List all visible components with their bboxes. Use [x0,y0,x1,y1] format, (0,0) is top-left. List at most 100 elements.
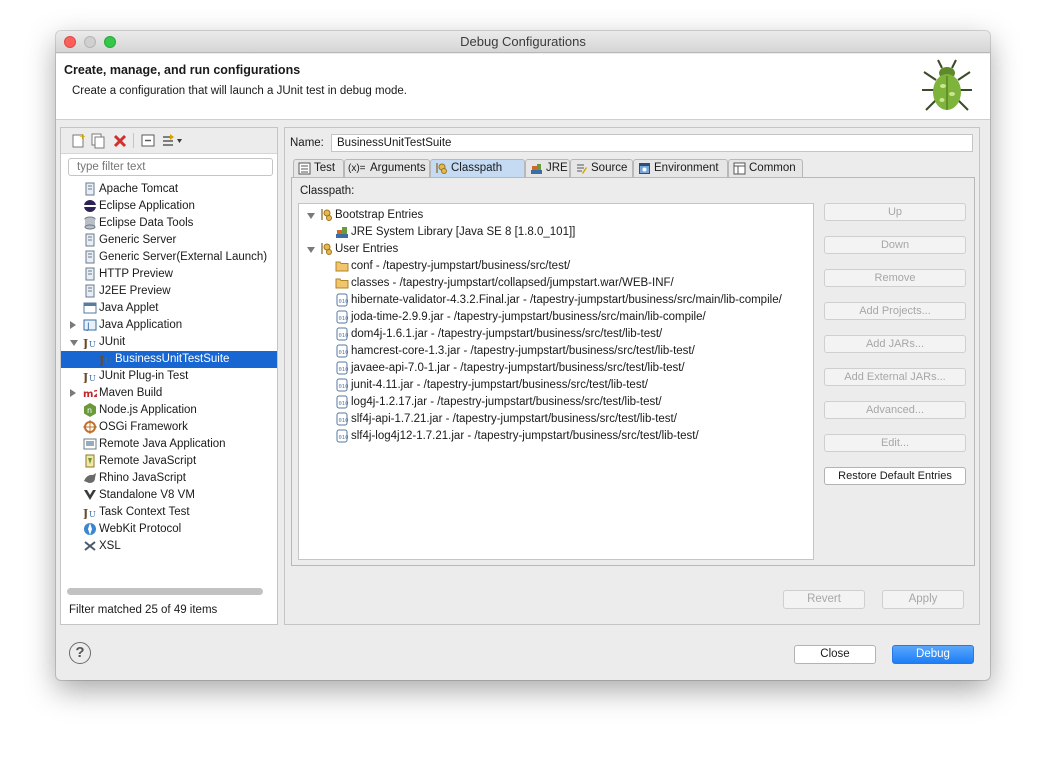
close-button[interactable]: Close [794,645,876,664]
window-title: Debug Configurations [460,34,586,49]
config-tree-item[interactable]: HTTP Preview [61,266,277,283]
tab-arguments[interactable]: (x)= Arguments [344,159,430,177]
svg-text:010: 010 [339,316,349,322]
config-tree-item[interactable]: Remote Java Application [61,436,277,453]
config-tree-item[interactable]: J U Task Context Test [61,504,277,521]
debug-button[interactable]: Debug [892,645,974,664]
java-app-icon: J [83,319,97,332]
svg-text:n: n [87,406,92,415]
config-tree-item[interactable]: Apache Tomcat [61,181,277,198]
add-external-jars-button[interactable]: Add External JARs... [824,368,966,386]
config-tree-label: Java Applet [99,302,159,314]
tab-jre[interactable]: JRE [525,159,570,177]
common-icon [733,162,746,175]
svg-text:J: J [83,507,88,519]
config-tree-item[interactable]: OSGi Framework [61,419,277,436]
restore-default-entries-button[interactable]: Restore Default Entries [824,467,966,485]
jar-icon: 010 [336,344,348,358]
config-tree-item[interactable]: Eclipse Data Tools [61,215,277,232]
delete-config-icon[interactable] [112,132,128,149]
classpath-entry-label: JRE System Library [Java SE 8 [1.8.0_101… [351,226,576,238]
webkit-icon [84,523,96,535]
header-banner: Create, manage, and run configurations C… [56,54,990,120]
server-icon [85,267,95,281]
new-config-icon[interactable]: + [70,132,86,149]
svg-text:J: J [86,322,90,332]
collapse-arrow-icon[interactable] [70,340,78,346]
classpath-entry-label: User Entries [335,243,399,255]
classpath-entry-label: slf4j-api-1.7.21.jar - /tapestry-jumpsta… [351,413,677,425]
tab-label: Arguments [370,162,426,174]
remote-java-icon [83,438,97,450]
tab-source[interactable]: Source [570,159,633,177]
filter-menu-icon[interactable] [161,132,183,149]
advanced-button[interactable]: Advanced... [824,401,966,419]
maximize-window-icon[interactable] [104,36,116,48]
help-icon[interactable]: ? [69,642,91,664]
collapse-arrow-icon[interactable] [307,213,315,219]
add-projects-button[interactable]: Add Projects... [824,302,966,320]
name-field[interactable]: BusinessUnitTestSuite [331,134,973,152]
config-tree-item[interactable]: J2EE Preview [61,283,277,300]
classpath-entry-label: javaee-api-7.0-1.jar - /tapestry-jumpsta… [351,362,685,374]
debug-configurations-window: Debug Configurations Create, manage, and… [56,31,990,680]
down-button[interactable]: Down [824,236,966,254]
config-tree-item[interactable]: Standalone V8 VM [61,487,277,504]
collapse-arrow-icon[interactable] [307,247,315,253]
config-tree-item[interactable]: m2 Maven Build [61,385,277,402]
tab-label: Source [591,162,628,174]
up-button[interactable]: Up [824,203,966,221]
collapse-all-icon[interactable] [140,132,156,149]
classpath-entry-label: hibernate-validator-4.3.2.Final.jar - /t… [351,294,782,306]
jar-icon: 010 [336,378,349,392]
config-tree-item[interactable]: Java Applet [61,300,277,317]
duplicate-config-icon[interactable] [90,132,106,149]
jar-icon: 010 [336,429,348,443]
tab-environment[interactable]: Environment [633,159,728,177]
add-jars-button[interactable]: Add JARs... [824,335,966,353]
config-tree-label: Eclipse Data Tools [99,217,194,229]
config-tree-item[interactable]: XSL [61,538,277,555]
config-tree-item[interactable]: J U BusinessUnitTestSuite [61,351,277,368]
config-tree-item[interactable]: Generic Server(External Launch) [61,249,277,266]
folder-icon [335,261,349,272]
minimize-window-icon[interactable] [84,36,96,48]
tab-common[interactable]: Common [728,159,803,177]
close-window-icon[interactable] [64,36,76,48]
config-type-tree: Apache Tomcat Eclipse Application Eclipse … [61,181,277,555]
config-tree-item[interactable]: Remote JavaScript [61,453,277,470]
tree-horizontal-scrollbar[interactable] [67,588,263,595]
apply-button[interactable]: Apply [882,590,964,609]
expand-arrow-icon[interactable] [70,321,76,329]
svg-text:+: + [79,132,86,141]
classpath-entry-label: classes - /tapestry-jumpstart/collapsed/… [351,277,674,289]
classpath-entry-label: junit-4.11.jar - /tapestry-jumpstart/bus… [351,379,648,391]
expand-arrow-icon[interactable] [70,389,76,397]
config-tree-item[interactable]: n Node.js Application [61,402,277,419]
config-tree-label: Generic Server(External Launch) [99,251,268,263]
config-tree-item[interactable]: Generic Server [61,232,277,249]
svg-text:010: 010 [339,418,349,424]
eclipse-icon [84,200,96,212]
remove-button[interactable]: Remove [824,269,966,287]
config-tree-item[interactable]: WebKit Protocol [61,521,277,538]
tab-test[interactable]: Test [293,159,344,177]
config-tree-label: Task Context Test [99,506,190,518]
config-tree-item[interactable]: Eclipse Application [61,198,277,215]
svg-text:010: 010 [339,384,349,390]
environment-icon [639,163,650,174]
config-tree-item[interactable]: J U JUnit Plug-in Test [61,368,277,385]
osgi-icon [83,420,97,434]
config-tree-item[interactable]: Rhino JavaScript [61,470,277,487]
tab-label: Classpath [451,162,503,174]
filter-status: Filter matched 25 of 49 items [69,604,218,616]
config-tree-label: HTTP Preview [99,268,173,280]
svg-text:010: 010 [339,401,349,407]
launch-config-panel: + Apache Tomcat Eclipse Application Eclips… [60,127,278,625]
edit-button[interactable]: Edit... [824,434,966,452]
revert-button[interactable]: Revert [783,590,865,609]
config-tree-item[interactable]: J U JUnit [61,334,277,351]
filter-input[interactable] [68,158,273,176]
tab-classpath[interactable]: Classpath [430,159,525,177]
config-tree-item[interactable]: J Java Application [61,317,277,334]
